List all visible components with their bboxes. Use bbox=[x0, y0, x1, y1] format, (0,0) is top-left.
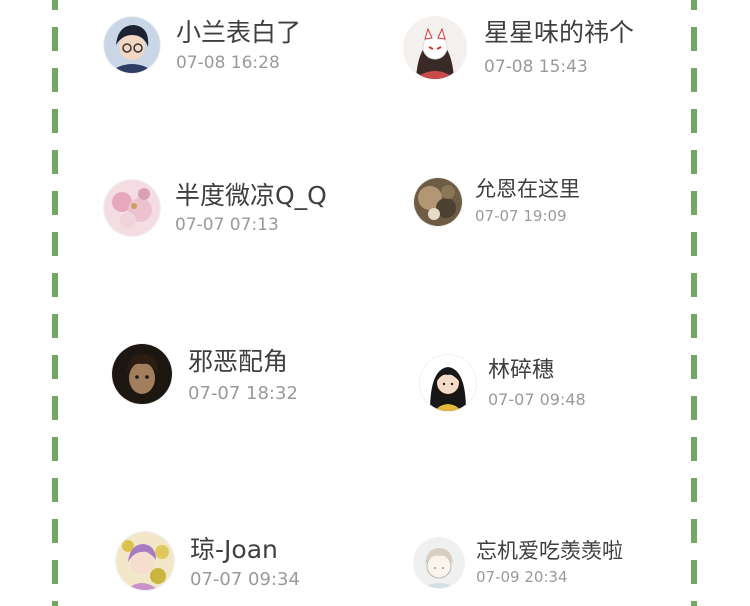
username[interactable]: 半度微凉Q_Q bbox=[175, 183, 327, 208]
timestamp: 07-07 09:48 bbox=[488, 390, 586, 409]
pink-flowers-avatar-icon[interactable] bbox=[104, 180, 160, 236]
dark-portrait-avatar-icon[interactable] bbox=[112, 344, 172, 404]
timestamp: 07-07 09:34 bbox=[190, 569, 300, 590]
timestamp: 07-09 20:34 bbox=[476, 568, 568, 586]
timestamp: 07-07 19:09 bbox=[475, 207, 567, 225]
anime-girl-flowers-avatar-icon[interactable] bbox=[116, 532, 174, 590]
username[interactable]: 邪恶配角 bbox=[188, 349, 288, 374]
cartoon-girl-avatar-icon[interactable] bbox=[420, 355, 476, 411]
username[interactable]: 小兰表白了 bbox=[176, 20, 301, 45]
username[interactable]: 星星味的祎个 bbox=[484, 20, 634, 45]
timestamp: 07-08 15:43 bbox=[484, 57, 588, 77]
username[interactable]: 琼-Joan bbox=[190, 537, 278, 562]
username[interactable]: 允恩在这里 bbox=[475, 179, 580, 200]
username[interactable]: 林碎穗 bbox=[488, 360, 554, 382]
timestamp: 07-07 18:32 bbox=[188, 383, 298, 404]
anime-boy-avatar-icon[interactable] bbox=[104, 17, 160, 73]
blurred-flower-photo-avatar-icon[interactable] bbox=[414, 178, 462, 226]
right-dashed-border bbox=[691, 0, 697, 606]
username[interactable]: 忘机爱吃羡羡啦 bbox=[476, 541, 623, 562]
timestamp: 07-08 16:28 bbox=[176, 53, 280, 73]
timestamp: 07-07 07:13 bbox=[175, 215, 279, 235]
fox-mask-girl-avatar-icon[interactable] bbox=[404, 17, 466, 79]
sketch-boy-avatar-icon[interactable] bbox=[414, 538, 464, 588]
left-dashed-border bbox=[52, 0, 58, 606]
